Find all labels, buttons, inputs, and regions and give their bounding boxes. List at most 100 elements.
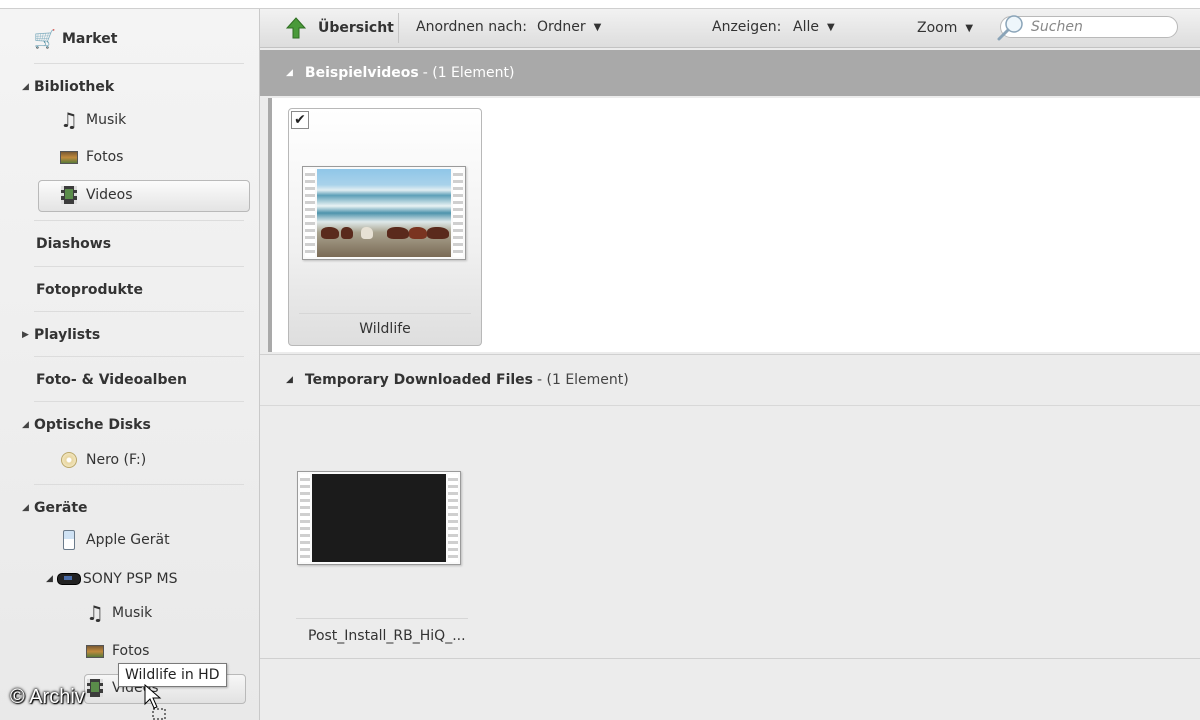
sidebar-header-library[interactable]: ◢ Bibliothek [22, 79, 114, 95]
divider [34, 484, 244, 485]
divider [34, 401, 244, 402]
photo-icon [60, 149, 78, 165]
sidebar-header-label: Foto- & Videoalben [36, 372, 187, 388]
sidebar-item-label: Videos [86, 187, 133, 203]
sidebar-item-albums[interactable]: Foto- & Videoalben [36, 372, 187, 388]
sidebar: 🛒 Market ◢ Bibliothek ♫ Musik Fotos Vide… [0, 9, 260, 720]
sidebar-item-sony-psp[interactable]: ◢ SONY PSP MS [46, 571, 178, 587]
sidebar-item-apple-device[interactable]: Apple Gerät [60, 530, 170, 550]
divider [34, 266, 244, 267]
expand-triangle-icon[interactable]: ▶ [22, 330, 34, 340]
group-body-sample-videos: ✔ Wildlife [268, 98, 1200, 352]
window-top-edge [0, 0, 1200, 9]
ipod-icon [60, 530, 78, 550]
collapse-triangle-icon[interactable]: ◢ [22, 503, 34, 513]
watermark: © Archiv [10, 686, 85, 708]
sidebar-item-music[interactable]: ♫ Musik [60, 108, 127, 132]
drag-cursor-icon [144, 684, 166, 720]
sidebar-item-videos[interactable]: Videos [60, 186, 133, 204]
group-title: Beispielvideos [304, 65, 419, 81]
media-tile-label[interactable]: Post_Install_RB_HiQ_... [308, 628, 466, 644]
sidebar-header-label: Playlists [34, 327, 101, 343]
sidebar-header-playlists[interactable]: ▶ Playlists [22, 327, 100, 343]
sidebar-header-devices[interactable]: ◢ Geräte [22, 500, 88, 516]
film-perforation [300, 474, 310, 562]
collapse-triangle-icon[interactable]: ◢ [286, 375, 293, 385]
chevron-down-icon: ▼ [593, 21, 602, 33]
sidebar-header-label: Bibliothek [34, 79, 115, 95]
sidebar-item-label: Musik [112, 605, 153, 621]
show-value: Alle [793, 19, 819, 35]
zoom-dropdown[interactable]: Zoom ▼ [917, 20, 973, 36]
disc-icon [60, 452, 78, 468]
video-thumbnail[interactable] [302, 166, 466, 260]
film-icon [86, 679, 104, 697]
arrange-value: Ordner [537, 19, 586, 35]
search-input[interactable]: Suchen [1031, 19, 1083, 35]
divider [34, 311, 244, 312]
film-perforation [453, 169, 463, 257]
sidebar-header-optical[interactable]: ◢ Optische Disks [22, 417, 151, 433]
sidebar-header-label: Diashows [36, 236, 112, 252]
music-note-icon: ♫ [86, 601, 104, 625]
thumbnail-image [317, 169, 451, 257]
sidebar-item-sony-photos[interactable]: Fotos [86, 643, 149, 659]
show-label: Anzeigen: [712, 19, 781, 35]
toolbar-divider [398, 13, 399, 43]
sidebar-header-label: Fotoprodukte [36, 282, 143, 298]
show-dropdown[interactable]: Alle ▼ [793, 19, 835, 35]
group-count: - (1 Element) [422, 65, 515, 81]
media-tile-label: Wildlife [359, 321, 411, 337]
sidebar-item-label: Musik [86, 112, 127, 128]
media-tile-wildlife[interactable]: ✔ Wildlife [288, 108, 482, 346]
sidebar-item-nero-drive[interactable]: Nero (F:) [60, 452, 146, 468]
sidebar-item-photo-products[interactable]: Fotoprodukte [36, 282, 143, 298]
search-icon [997, 15, 1023, 41]
sidebar-header-label: Geräte [34, 500, 88, 516]
sidebar-item-photos[interactable]: Fotos [60, 149, 123, 165]
film-perforation [305, 169, 315, 257]
group-count: - (1 Element) [537, 372, 629, 388]
group-title: Temporary Downloaded Files [304, 372, 533, 388]
film-icon [60, 186, 78, 204]
thumbnail-image [312, 474, 446, 562]
content-area: ◢ Beispielvideos - (1 Element) ✔ Wildlif… [260, 48, 1200, 720]
select-checkbox[interactable]: ✔ [291, 111, 309, 129]
sidebar-item-label: Market [62, 31, 118, 47]
video-thumbnail[interactable] [297, 471, 461, 565]
arrange-label-text: Anordnen nach: [416, 19, 527, 35]
sidebar-item-label: Fotos [86, 149, 124, 165]
collapse-triangle-icon[interactable]: ◢ [286, 68, 293, 78]
show-label-text: Anzeigen: [712, 19, 782, 35]
psp-device-icon [56, 571, 81, 587]
cart-icon: 🛒 [33, 28, 57, 50]
collapse-triangle-icon[interactable]: ◢ [22, 82, 34, 92]
photo-icon [86, 643, 104, 659]
divider [296, 618, 468, 619]
sidebar-item-label: Nero (F:) [86, 452, 147, 468]
divider [34, 63, 244, 64]
up-arrow-icon [286, 17, 306, 39]
toolbar: Übersicht Anordnen nach: Ordner ▼ Anzeig… [260, 9, 1200, 48]
sidebar-item-label: Apple Gerät [86, 532, 170, 548]
music-note-icon: ♫ [60, 108, 78, 132]
divider [34, 356, 244, 357]
chevron-down-icon: ▼ [965, 22, 974, 34]
overview-label: Übersicht [318, 20, 394, 36]
sidebar-item-label: SONY PSP MS [82, 571, 178, 587]
overview-button[interactable]: Übersicht [286, 17, 394, 39]
arrange-by-label: Anordnen nach: [416, 19, 527, 35]
arrange-by-dropdown[interactable]: Ordner ▼ [537, 19, 601, 35]
sidebar-item-market[interactable]: 🛒 Market [33, 28, 118, 50]
zoom-label: Zoom [917, 20, 958, 36]
collapse-triangle-icon[interactable]: ◢ [46, 574, 53, 584]
group-header-sample-videos[interactable]: ◢ Beispielvideos - (1 Element) [260, 50, 1200, 96]
group-header-temp-files[interactable]: ◢ Temporary Downloaded Files - (1 Elemen… [260, 354, 1200, 406]
collapse-triangle-icon[interactable]: ◢ [22, 420, 34, 430]
sidebar-item-sony-music[interactable]: ♫ Musik [86, 601, 153, 625]
sidebar-header-label: Optische Disks [34, 417, 151, 433]
sidebar-item-slideshows[interactable]: Diashows [36, 236, 111, 252]
chevron-down-icon: ▼ [826, 21, 835, 33]
divider [299, 313, 471, 314]
search-box[interactable]: Suchen [997, 15, 1178, 41]
